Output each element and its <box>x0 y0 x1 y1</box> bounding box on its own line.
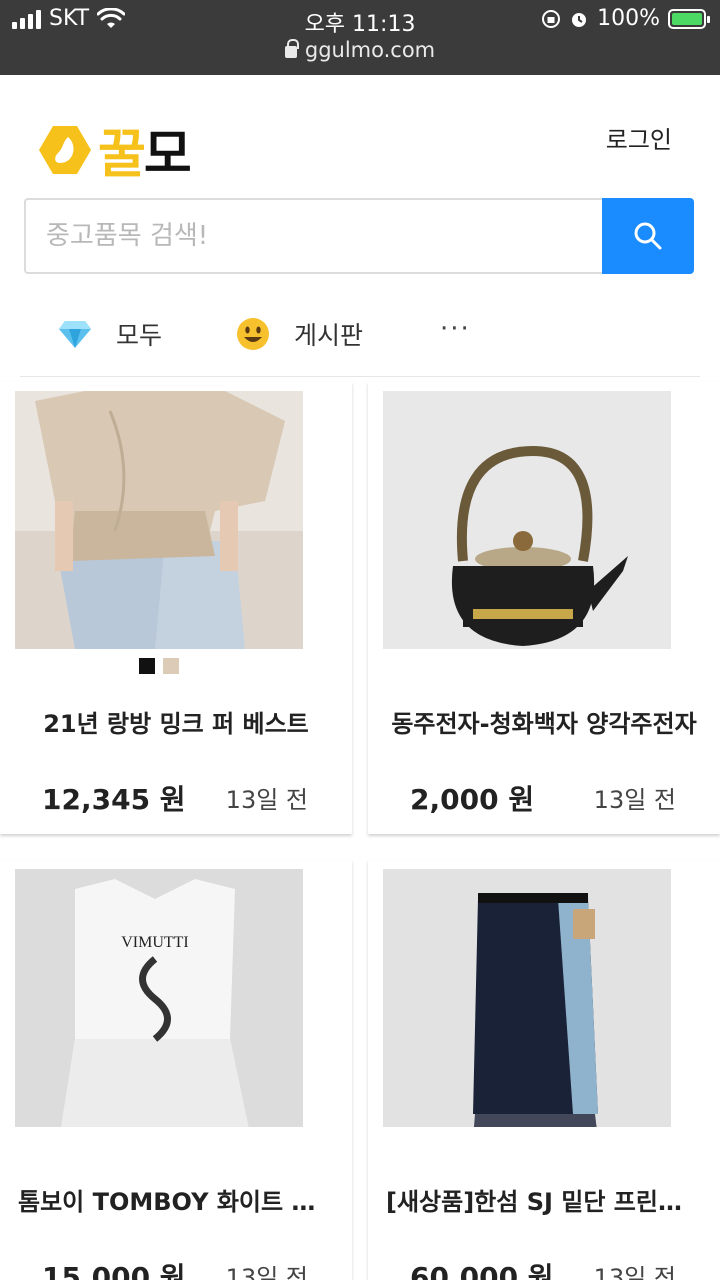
search-bar <box>24 198 694 274</box>
url-bar[interactable]: ggulmo.com <box>0 38 720 62</box>
product-image <box>383 391 671 649</box>
status-right: 100% <box>541 6 710 31</box>
product-price: 2,000 원 <box>410 783 535 816</box>
product-image <box>383 869 671 1127</box>
product-title: 동주전자-청화백자 양각주전자 <box>391 710 697 738</box>
logo-text-part1: 꿀 <box>98 125 146 185</box>
more-icon[interactable]: ··· <box>440 314 471 344</box>
search-icon <box>634 222 662 250</box>
search-input[interactable] <box>24 198 602 274</box>
smiley-icon <box>237 318 269 350</box>
color-swatch-beige[interactable] <box>163 658 179 674</box>
divider <box>20 376 700 377</box>
product-card[interactable]: 21년 랑방 밍크 퍼 베스트 12,345 원 13일 전 <box>0 382 352 834</box>
search-button[interactable] <box>602 198 694 274</box>
product-time: 13일 전 <box>593 786 676 814</box>
lock-icon <box>284 39 299 58</box>
product-price: 12,345 원 <box>42 783 186 816</box>
gem-icon <box>59 321 91 348</box>
login-link[interactable]: 로그인 <box>606 120 672 155</box>
alarm-icon <box>572 12 587 27</box>
product-price: 15,000 원 <box>42 1261 186 1280</box>
product-card[interactable]: VIMUTTI 톰보이 TOMBOY 화이트 원피스 15,000 원 13일 … <box>0 860 352 1280</box>
product-card[interactable]: 동주전자-청화백자 양각주전자 2,000 원 13일 전 <box>368 382 720 834</box>
product-image <box>15 391 303 649</box>
product-title: 톰보이 TOMBOY 화이트 원피스 <box>18 1188 352 1216</box>
category-board[interactable]: 게시판 <box>236 316 363 352</box>
category-board-label: 게시판 <box>294 321 364 350</box>
battery-percent: 100% <box>597 6 660 31</box>
url-text: ggulmo.com <box>304 38 436 62</box>
logo-text-part2: 모 <box>143 125 192 185</box>
svg-text:VIMUTTI: VIMUTTI <box>121 934 189 951</box>
site-logo[interactable]: 꿀모 <box>38 112 192 187</box>
status-bar: SKT 오후 11:13 100% ggulmo.com <box>0 0 720 75</box>
category-all-label: 모두 <box>116 321 163 350</box>
orientation-lock-icon <box>542 9 561 28</box>
product-time: 13일 전 <box>225 1264 308 1280</box>
product-price: 60,000 원 <box>410 1261 554 1280</box>
color-swatches <box>139 658 179 674</box>
color-swatch-black[interactable] <box>139 658 155 674</box>
product-title: 21년 랑방 밍크 퍼 베스트 <box>43 710 309 738</box>
product-time: 13일 전 <box>225 786 308 814</box>
honeycomb-logo-icon <box>39 125 91 174</box>
product-image: VIMUTTI <box>15 869 303 1127</box>
product-title: [새상품]한섬 SJ 밑단 프린지 스커트 <box>386 1188 720 1216</box>
category-bar: 모두 게시판 ··· <box>0 300 720 378</box>
battery-icon <box>668 8 710 29</box>
category-all[interactable]: 모두 <box>58 316 162 352</box>
product-time: 13일 전 <box>593 1264 676 1280</box>
product-card[interactable]: [새상품]한섬 SJ 밑단 프린지 스커트 60,000 원 13일 전 <box>368 860 720 1280</box>
